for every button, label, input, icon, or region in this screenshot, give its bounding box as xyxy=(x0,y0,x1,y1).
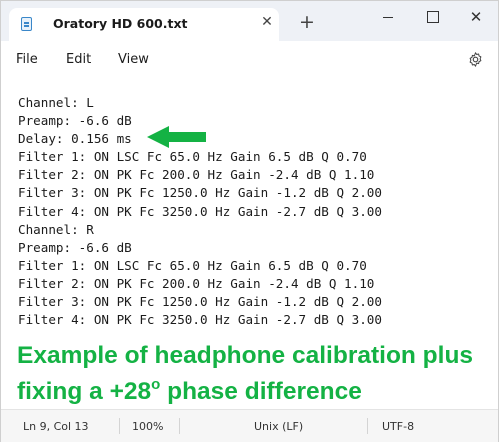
arrow-left-icon xyxy=(147,126,206,148)
caption-line-1: Example of headphone calibration plus xyxy=(17,342,474,369)
status-encoding[interactable]: UTF-8 xyxy=(382,420,414,433)
menu-view[interactable]: View xyxy=(118,52,149,67)
tab-title: Oratory HD 600.txt xyxy=(53,16,188,31)
text-line: Filter 2: ON PK Fc 200.0 Hz Gain -2.4 dB… xyxy=(18,167,375,183)
text-line: Filter 4: ON PK Fc 3250.0 Hz Gain -2.7 d… xyxy=(18,203,382,219)
tab-close-icon[interactable]: ✕ xyxy=(257,12,277,32)
text-editor[interactable]: Channel: L Preamp: -6.6 dB Delay: 0.156 … xyxy=(1,79,498,409)
text-line: Filter 4: ON PK Fc 3250.0 Hz Gain -2.7 d… xyxy=(18,312,382,328)
status-line-ending[interactable]: Unix (LF) xyxy=(254,420,303,433)
status-divider xyxy=(367,418,368,434)
window-close-icon[interactable]: ✕ xyxy=(463,7,489,27)
maximize-icon[interactable] xyxy=(419,7,445,27)
text-line: Filter 1: ON LSC Fc 65.0 Hz Gain 6.5 dB … xyxy=(18,257,367,273)
caption-line-2-prefix: fixing a +28 xyxy=(17,378,152,405)
title-bar: Oratory HD 600.txt ✕ + ✕ xyxy=(1,1,498,41)
text-line: Channel: R xyxy=(18,221,94,237)
degree-symbol: o xyxy=(151,376,161,393)
text-line: Preamp: -6.6 dB xyxy=(18,239,132,255)
minimize-icon[interactable] xyxy=(375,7,401,27)
status-bar: Ln 9, Col 13 100% Unix (LF) UTF-8 xyxy=(1,409,498,442)
notepad-window: Oratory HD 600.txt ✕ + ✕ File Edit View … xyxy=(0,0,499,442)
menu-bar: File Edit View xyxy=(1,41,498,78)
caption-line-2: fixing a +28o phase difference xyxy=(17,370,487,406)
text-line: Channel: L xyxy=(18,95,94,110)
menu-file[interactable]: File xyxy=(16,52,38,67)
status-divider xyxy=(119,418,120,434)
status-divider xyxy=(179,418,180,434)
text-line: Filter 1: ON LSC Fc 65.0 Hz Gain 6.5 dB … xyxy=(18,149,367,165)
text-line: Filter 2: ON PK Fc 200.0 Hz Gain -2.4 dB… xyxy=(18,275,375,291)
status-cursor-position: Ln 9, Col 13 xyxy=(23,420,89,433)
gear-icon[interactable] xyxy=(467,51,484,68)
new-tab-plus-icon[interactable]: + xyxy=(297,13,317,33)
text-line: Filter 3: ON PK Fc 1250.0 Hz Gain -1.2 d… xyxy=(18,294,382,310)
text-line: Filter 3: ON PK Fc 1250.0 Hz Gain -1.2 d… xyxy=(18,185,382,201)
menu-edit[interactable]: Edit xyxy=(66,52,91,67)
tab-document[interactable]: Oratory HD 600.txt ✕ xyxy=(9,8,279,41)
annotation-caption: Example of headphone calibration plus fi… xyxy=(17,341,487,406)
notepad-document-icon xyxy=(21,17,32,31)
status-zoom[interactable]: 100% xyxy=(132,420,163,433)
caption-line-2-suffix: phase difference xyxy=(160,378,362,405)
